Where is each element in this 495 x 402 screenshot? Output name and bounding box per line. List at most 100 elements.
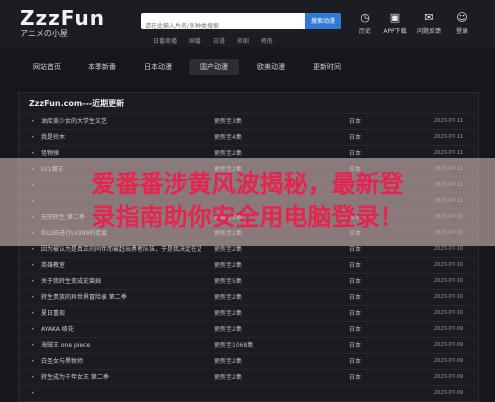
row-bullet-icon: • xyxy=(31,262,35,269)
row-region: 日本 xyxy=(349,278,362,285)
table-row[interactable]: • 关于我转生变成史莱姆 更新至5集 日本 2023-07-10 xyxy=(19,273,478,289)
row-status: 更新至2集 xyxy=(214,358,242,365)
main-nav: 网站首页 本季新番 日本动漫 国产动漫 欧美动漫 更新时间 xyxy=(0,56,495,78)
table-row[interactable]: • 转生成为千年女王 第二季 更新至2集 日本 2023-07-09 xyxy=(19,369,478,385)
row-date: 2023-07-09 xyxy=(434,358,464,364)
row-date: 2023-07-09 xyxy=(434,326,464,332)
app-download-label: APP下载 xyxy=(383,28,407,35)
row-title[interactable]: 海贼王 one piece xyxy=(41,338,201,353)
row-bullet-icon: • xyxy=(31,358,35,365)
quick-link[interactable]: 国番 xyxy=(189,38,201,45)
feedback-label: 问题反馈 xyxy=(416,28,441,35)
row-status: 更新至5集 xyxy=(214,278,242,285)
nav-japan[interactable]: 日本动漫 xyxy=(133,59,183,75)
row-title[interactable]: AYAKA 绫花 xyxy=(41,322,201,337)
row-region: 日本 xyxy=(349,134,362,141)
row-bullet-icon: • xyxy=(31,294,35,301)
search-box: 搜索动漫 xyxy=(141,13,341,35)
row-title[interactable]: 我是铃木 xyxy=(41,130,201,145)
row-region: 日本 xyxy=(349,358,362,365)
history-button[interactable]: ◷ 历史 xyxy=(348,11,382,36)
row-bullet-icon: • xyxy=(31,390,35,397)
row-status: 更新至3集 xyxy=(214,118,242,125)
row-status: 更新至2集 xyxy=(214,310,242,317)
quick-links: 日番周播 国番 日漫 名剧 柯南 xyxy=(153,36,283,45)
row-title[interactable]: 油库美少女的大学生文艺 xyxy=(41,114,201,129)
overlay-banner: 爱番番涉黄风波揭秘，最新登 录指南助你安全用电脑登录！ xyxy=(0,158,495,246)
row-region: 日本 xyxy=(349,310,362,317)
nav-home[interactable]: 网站首页 xyxy=(22,59,72,75)
quick-link[interactable]: 柯南 xyxy=(261,38,273,45)
login-button[interactable]: ☺ 登录 xyxy=(445,11,479,36)
row-region: 日本 xyxy=(349,342,362,349)
row-region: 日本 xyxy=(349,294,362,301)
table-row[interactable]: • AYAKA 绫花 更新至2集 日本 2023-07-09 xyxy=(19,321,478,337)
row-date: 2023-07-09 xyxy=(434,342,464,348)
table-row[interactable]: • 海贼王 one piece 更新至1068集 日本 2023-07-09 xyxy=(19,337,478,353)
row-status: 更新至1068集 xyxy=(214,342,254,349)
panel-title: ZzzFun.com---近期更新 xyxy=(29,99,125,108)
table-row[interactable]: • 2023-07-09 xyxy=(19,385,478,401)
row-title[interactable]: 英雄教室 xyxy=(41,258,201,273)
nav-updates[interactable]: 更新时间 xyxy=(302,59,352,75)
row-bullet-icon: • xyxy=(31,310,35,317)
row-region: 日本 xyxy=(349,326,362,333)
row-bullet-icon: • xyxy=(31,134,35,141)
row-title[interactable]: 夏日重现 xyxy=(41,306,201,321)
row-date: 2023-07-10 xyxy=(434,278,464,284)
row-title[interactable]: 白圣女与黑牧师 xyxy=(41,354,201,369)
row-status: 更新至2集 xyxy=(214,326,242,333)
row-date: 2023-07-10 xyxy=(434,294,464,300)
app-icon: ▣ xyxy=(389,11,401,24)
quick-link[interactable]: 名剧 xyxy=(237,38,249,45)
row-bullet-icon: • xyxy=(31,278,35,285)
feedback-icon: ✉ xyxy=(424,11,434,24)
table-row[interactable]: • 转生贵族的异世界冒险录 第二季 更新至2集 日本 2023-07-10 xyxy=(19,289,478,305)
logo-sub-text: アニメの小屋 xyxy=(20,29,68,38)
row-bullet-icon: • xyxy=(31,326,35,333)
recent-updates-panel: ZzzFun.com---近期更新 • 油库美少女的大学生文艺 更新至3集 日本 202… xyxy=(18,92,479,402)
history-label: 历史 xyxy=(358,28,371,35)
row-bullet-icon: • xyxy=(31,118,35,125)
table-row[interactable]: • 夏日重现 更新至2集 日本 2023-07-10 xyxy=(19,305,478,321)
nav-western[interactable]: 欧美动漫 xyxy=(246,59,296,75)
row-region: 日本 xyxy=(349,118,362,125)
row-date: 2023-07-11 xyxy=(434,118,464,124)
quick-link[interactable]: 日漫 xyxy=(213,38,225,45)
feedback-button[interactable]: ✉ 问题反馈 xyxy=(412,11,446,36)
row-status: 更新至2集 xyxy=(214,374,242,381)
row-title[interactable]: 关于我转生变成史莱姆 xyxy=(41,274,201,289)
row-date: 2023-07-10 xyxy=(434,262,464,268)
row-region: 日本 xyxy=(349,374,362,381)
row-date: 2023-07-11 xyxy=(434,134,464,140)
history-icon: ◷ xyxy=(360,11,370,24)
row-date: 2023-07-09 xyxy=(434,374,464,380)
site-logo[interactable]: ZzzFun アニメの小屋 xyxy=(20,8,105,39)
row-bullet-icon: • xyxy=(31,374,35,381)
row-date: 2023-07-09 xyxy=(434,390,464,396)
row-status: 更新至2集 xyxy=(214,294,242,301)
top-bar: ZzzFun アニメの小屋 搜索动漫 日番周播 国番 日漫 名剧 柯南 ◷ 历史… xyxy=(0,0,495,47)
app-download-button[interactable]: ▣ APP下载 xyxy=(378,11,412,36)
user-icon: ☺ xyxy=(456,11,468,24)
search-button[interactable]: 搜索动漫 xyxy=(305,13,341,29)
quick-link[interactable]: 日番周播 xyxy=(153,38,177,45)
table-row[interactable]: • 白圣女与黑牧师 更新至2集 日本 2023-07-09 xyxy=(19,353,478,369)
table-row[interactable]: • 英雄教室 更新至2集 日本 2023-07-10 xyxy=(19,257,478,273)
row-date: 2023-07-10 xyxy=(434,310,464,316)
nav-china[interactable]: 国产动漫 xyxy=(189,59,239,75)
nav-season[interactable]: 本季新番 xyxy=(77,59,127,75)
banner-line-2: 录指南助你安全用电脑登录！ xyxy=(91,203,404,231)
row-status: 更新至4集 xyxy=(214,134,242,141)
row-status: 更新至2集 xyxy=(214,262,242,269)
row-title[interactable]: 转生贵族的异世界冒险录 第二季 xyxy=(41,290,201,305)
row-bullet-icon: • xyxy=(31,342,35,349)
table-row[interactable]: • 油库美少女的大学生文艺 更新至3集 日本 2023-07-11 xyxy=(19,113,478,129)
login-label: 登录 xyxy=(455,28,468,35)
row-title[interactable]: 转生成为千年女王 第二季 xyxy=(41,370,201,385)
search-input[interactable] xyxy=(141,18,309,35)
banner-line-1: 爱番番涉黄风波揭秘，最新登 xyxy=(91,170,404,198)
table-row[interactable]: • 我是铃木 更新至4集 日本 2023-07-11 xyxy=(19,129,478,145)
logo-main-text: ZzzFun xyxy=(20,6,105,30)
row-region: 日本 xyxy=(349,262,362,269)
